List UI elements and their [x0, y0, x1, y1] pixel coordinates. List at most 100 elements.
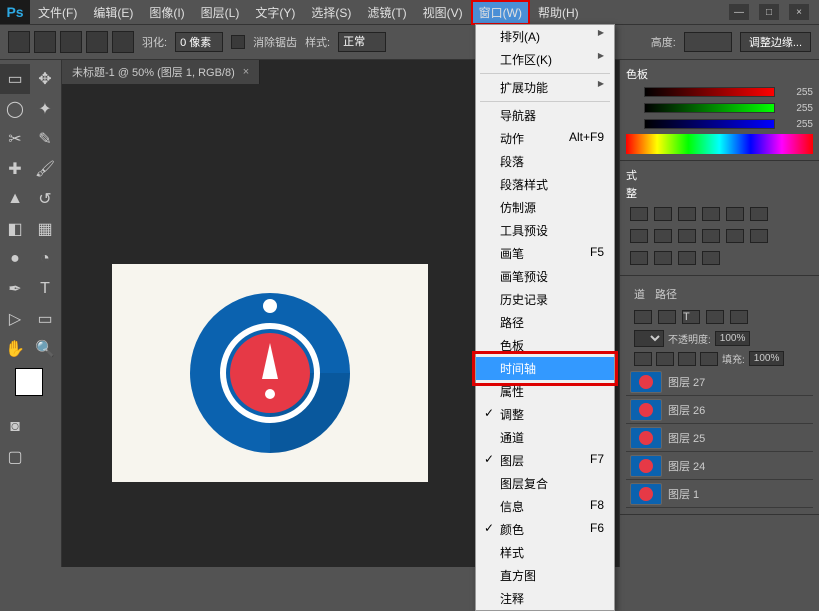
dropdown-item[interactable]: 工作区(K) — [476, 48, 614, 71]
eraser-tool[interactable]: ◧ — [0, 214, 30, 244]
quickmask-tool[interactable]: ◙ — [0, 412, 30, 442]
dropdown-item[interactable]: 段落 — [476, 150, 614, 173]
spectrum-bar[interactable] — [626, 134, 813, 154]
menu-item[interactable]: 帮助(H) — [530, 0, 587, 25]
dropdown-item[interactable]: 历史记录 — [476, 288, 614, 311]
adjust-icon[interactable] — [750, 207, 768, 221]
pen-tool[interactable]: ✒ — [0, 274, 30, 304]
marquee-icon[interactable] — [8, 31, 30, 53]
r-slider[interactable] — [644, 87, 775, 97]
dropdown-item[interactable]: 工具预设 — [476, 219, 614, 242]
adjust-icon[interactable] — [654, 207, 672, 221]
filter-icon[interactable] — [634, 310, 652, 324]
gradient-tool[interactable]: ▦ — [30, 214, 60, 244]
crop-tool[interactable]: ✂ — [0, 124, 30, 154]
dropdown-item[interactable]: 调整 — [476, 403, 614, 426]
menu-item[interactable]: 选择(S) — [303, 0, 359, 25]
width-input[interactable] — [684, 32, 732, 52]
dropdown-item[interactable]: 注释 — [476, 587, 614, 610]
lock-icon[interactable] — [656, 352, 674, 366]
layer-row[interactable]: 图层 25 — [626, 424, 813, 452]
hand-tool[interactable]: ✋ — [0, 334, 30, 364]
dropdown-item[interactable]: 信息F8 — [476, 495, 614, 518]
wand-tool[interactable]: ✦ — [30, 94, 60, 124]
adjust-icon[interactable] — [678, 229, 696, 243]
stamp-tool[interactable]: ▲ — [0, 184, 30, 214]
style-select[interactable]: 正常 — [338, 32, 386, 52]
menu-item[interactable]: 文字(Y) — [247, 0, 303, 25]
filter-icon[interactable]: T — [682, 310, 700, 324]
layer-row[interactable]: 图层 24 — [626, 452, 813, 480]
adjust-icon[interactable] — [702, 229, 720, 243]
swatches-tab[interactable]: 色板 — [626, 66, 648, 82]
menu-item[interactable]: 视图(V) — [415, 0, 471, 25]
menu-item[interactable]: 编辑(E) — [85, 0, 141, 25]
minimize-button[interactable]: — — [729, 4, 749, 20]
g-slider[interactable] — [644, 103, 775, 113]
lock-icon[interactable] — [678, 352, 696, 366]
adjust-icon[interactable] — [702, 251, 720, 265]
dropdown-item[interactable]: 时间轴 — [476, 357, 614, 380]
eyedropper-tool[interactable]: ✎ — [30, 124, 60, 154]
styles-tab[interactable]: 式 — [626, 167, 637, 183]
opacity-value[interactable]: 100% — [715, 331, 751, 346]
sel-sub-icon[interactable] — [86, 31, 108, 53]
screenmode-tool[interactable]: ▢ — [0, 442, 30, 472]
canvas[interactable] — [112, 264, 428, 482]
b-slider[interactable] — [644, 119, 775, 129]
adjust-icon[interactable] — [726, 207, 744, 221]
maximize-button[interactable]: □ — [759, 4, 779, 20]
dropdown-item[interactable]: 样式 — [476, 541, 614, 564]
type-tool[interactable]: T — [30, 274, 60, 304]
dropdown-item[interactable]: 动作Alt+F9 — [476, 127, 614, 150]
blend-mode-select[interactable] — [634, 330, 664, 347]
dropdown-item[interactable]: 图层复合 — [476, 472, 614, 495]
fg-color-icon[interactable] — [15, 368, 43, 396]
lock-icon[interactable] — [700, 352, 718, 366]
shape-tool[interactable]: ▭ — [30, 304, 60, 334]
filter-icon[interactable] — [730, 310, 748, 324]
dropdown-item[interactable]: 属性 — [476, 380, 614, 403]
marquee-tool[interactable]: ▭ — [0, 64, 30, 94]
adjust-icon[interactable] — [630, 207, 648, 221]
dropdown-item[interactable]: 色板 — [476, 334, 614, 357]
menu-item[interactable]: 文件(F) — [30, 0, 85, 25]
dropdown-item[interactable]: 图层F7 — [476, 449, 614, 472]
tab-close-icon[interactable]: × — [243, 66, 249, 78]
sel-new-icon[interactable] — [34, 31, 56, 53]
adjust-icon[interactable] — [654, 251, 672, 265]
history-brush-tool[interactable]: ↺ — [30, 184, 60, 214]
layer-row[interactable]: 图层 26 — [626, 396, 813, 424]
adjust-icon[interactable] — [678, 251, 696, 265]
lock-icon[interactable] — [634, 352, 652, 366]
adjust-icon[interactable] — [630, 251, 648, 265]
adjust-tab[interactable]: 整 — [626, 185, 637, 201]
dodge-tool[interactable]: ◔ — [30, 244, 60, 274]
close-button[interactable]: × — [789, 4, 809, 20]
brush-tool[interactable]: 🖌 — [30, 154, 60, 184]
menu-item[interactable]: 滤镜(T) — [359, 0, 414, 25]
fill-value[interactable]: 100% — [749, 351, 785, 366]
menu-item[interactable]: 窗口(W) — [471, 0, 530, 25]
filter-icon[interactable] — [658, 310, 676, 324]
adjust-icon[interactable] — [750, 229, 768, 243]
adjust-icon[interactable] — [654, 229, 672, 243]
sel-add-icon[interactable] — [60, 31, 82, 53]
feather-input[interactable] — [175, 32, 223, 52]
dropdown-item[interactable]: 导航器 — [476, 104, 614, 127]
dropdown-item[interactable]: 画笔F5 — [476, 242, 614, 265]
dropdown-item[interactable]: 扩展功能 — [476, 76, 614, 99]
adjust-icon[interactable] — [678, 207, 696, 221]
lasso-tool[interactable]: ◯ — [0, 94, 30, 124]
adjust-icon[interactable] — [630, 229, 648, 243]
sel-inter-icon[interactable] — [112, 31, 134, 53]
dropdown-item[interactable]: 颜色F6 — [476, 518, 614, 541]
document-tab[interactable]: 未标题-1 @ 50% (图层 1, RGB/8) × — [62, 60, 260, 84]
move-tool[interactable]: ✥ — [30, 64, 60, 94]
channels-tab[interactable]: 道 — [634, 286, 645, 302]
dropdown-item[interactable]: 排列(A) — [476, 25, 614, 48]
menu-item[interactable]: 图像(I) — [141, 0, 192, 25]
antialias-check[interactable] — [231, 35, 245, 49]
adjust-icon[interactable] — [702, 207, 720, 221]
dropdown-item[interactable]: 段落样式 — [476, 173, 614, 196]
